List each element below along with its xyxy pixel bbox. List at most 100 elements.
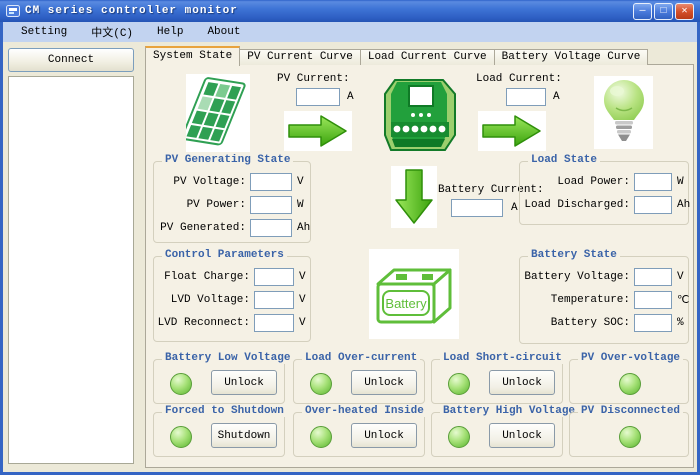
tab-bar: System State PV Current Curve Load Curre… <box>145 47 648 65</box>
led-indicator <box>619 373 641 395</box>
pv-generated-input[interactable] <box>250 219 292 237</box>
status-title: PV Over-voltage <box>578 352 683 364</box>
battery-voltage-unit: V <box>677 271 684 283</box>
battery-current-unit: A <box>511 202 518 214</box>
arrow-right-icon <box>284 111 352 151</box>
connect-button[interactable]: Connect <box>8 48 134 72</box>
float-charge-input[interactable] <box>254 268 294 286</box>
tab-battery-voltage-curve[interactable]: Battery Voltage Curve <box>495 49 649 65</box>
battery-soc-unit: % <box>677 317 684 329</box>
unlock-button[interactable]: Unlock <box>489 370 555 395</box>
arrow-right-icon <box>478 111 546 151</box>
pv-power-input[interactable] <box>250 196 292 214</box>
status-tile-load-short-circuit: Load Short-circuit Unlock <box>431 359 563 404</box>
load-power-label: Load Power: <box>520 176 630 188</box>
led-indicator <box>170 373 192 395</box>
float-charge-unit: V <box>299 271 306 283</box>
temperature-label: Temperature: <box>520 294 630 306</box>
status-tile-battery-high-voltage: Battery High Voltage Unlock <box>431 412 563 457</box>
system-state-panel: PV Current: A <box>145 64 694 468</box>
app-icon <box>6 4 20 18</box>
load-current-label: Load Current: <box>476 73 562 85</box>
tab-system-state[interactable]: System State <box>145 46 240 66</box>
device-list[interactable] <box>8 76 134 464</box>
led-indicator <box>170 426 192 448</box>
pv-power-label: PV Power: <box>154 199 246 211</box>
lvd-reconnect-unit: V <box>299 317 306 329</box>
group-load-state: Load State Load Power:W Load Discharged:… <box>519 161 689 225</box>
controller-icon <box>381 77 461 153</box>
led-indicator <box>310 373 332 395</box>
status-tile-pv-disconnected: PV Disconnected <box>569 412 689 457</box>
group-title: Control Parameters <box>162 249 287 261</box>
pv-voltage-input[interactable] <box>250 173 292 191</box>
lvd-voltage-label: LVD Voltage: <box>154 294 250 306</box>
float-charge-label: Float Charge: <box>154 271 250 283</box>
battery-voltage-input[interactable] <box>634 268 672 286</box>
led-indicator <box>619 426 641 448</box>
pv-generated-label: PV Generated: <box>154 222 246 234</box>
group-title: PV Generating State <box>162 154 293 166</box>
tab-load-current-curve[interactable]: Load Current Curve <box>361 49 495 65</box>
solar-panel-icon <box>186 74 250 152</box>
status-tile-load-over-current: Load Over-current Unlock <box>293 359 425 404</box>
status-title: Load Over-current <box>302 352 420 364</box>
battery-icon: Battery <box>369 249 459 339</box>
arrow-down-icon <box>391 166 437 228</box>
load-discharged-label: Load Discharged: <box>520 199 630 211</box>
status-title: Battery Low Voltage <box>162 352 293 364</box>
temperature-unit: ℃ <box>677 293 689 307</box>
window-title: CM series controller monitor <box>25 5 633 17</box>
minimize-icon[interactable]: — <box>633 3 652 20</box>
battery-current-input[interactable] <box>451 199 503 217</box>
unlock-button[interactable]: Unlock <box>351 370 417 395</box>
menu-setting[interactable]: Setting <box>11 24 77 40</box>
title-bar[interactable]: CM series controller monitor — □ ✕ <box>0 0 700 22</box>
battery-voltage-label: Battery Voltage: <box>520 271 630 283</box>
pv-current-input[interactable] <box>296 88 340 106</box>
group-control-parameters: Control Parameters Float Charge:V LVD Vo… <box>153 256 311 342</box>
pv-current-unit: A <box>347 91 354 103</box>
load-discharged-unit: Ah <box>677 199 690 211</box>
app-body: Connect System State PV Current Curve Lo… <box>3 42 697 472</box>
battery-soc-label: Battery SOC: <box>520 317 630 329</box>
battery-soc-input[interactable] <box>634 314 672 332</box>
menu-bar: Setting 中文(C) Help About <box>3 22 697 42</box>
group-title: Battery State <box>528 249 620 261</box>
status-tile-pv-over-voltage: PV Over-voltage <box>569 359 689 404</box>
group-pv-generating-state: PV Generating State PV Voltage:V PV Powe… <box>153 161 311 243</box>
load-current-unit: A <box>553 91 560 103</box>
lvd-reconnect-label: LVD Reconnect: <box>154 317 250 329</box>
shutdown-button[interactable]: Shutdown <box>211 423 277 448</box>
unlock-button[interactable]: Unlock <box>351 423 417 448</box>
pv-voltage-unit: V <box>297 176 304 188</box>
maximize-icon[interactable]: □ <box>654 3 673 20</box>
pv-generated-unit: Ah <box>297 222 310 234</box>
menu-about[interactable]: About <box>197 24 250 40</box>
unlock-button[interactable]: Unlock <box>211 370 277 395</box>
group-battery-state: Battery State Battery Voltage:V Temperat… <box>519 256 689 344</box>
unlock-button[interactable]: Unlock <box>489 423 555 448</box>
pv-power-unit: W <box>297 199 304 211</box>
lvd-voltage-input[interactable] <box>254 291 294 309</box>
menu-language[interactable]: 中文(C) <box>81 22 143 42</box>
app-window: CM series controller monitor — □ ✕ Setti… <box>0 0 700 475</box>
close-icon[interactable]: ✕ <box>675 3 694 20</box>
status-title: PV Disconnected <box>578 405 683 417</box>
status-tile-over-heated-inside: Over-heated Inside Unlock <box>293 412 425 457</box>
load-current-input[interactable] <box>506 88 546 106</box>
temperature-input[interactable] <box>634 291 672 309</box>
load-discharged-input[interactable] <box>634 196 672 214</box>
load-power-unit: W <box>677 176 684 188</box>
tab-pv-current-curve[interactable]: PV Current Curve <box>240 49 361 65</box>
status-tile-forced-to-shutdown: Forced to Shutdown Shutdown <box>153 412 285 457</box>
status-title: Battery High Voltage <box>440 405 578 417</box>
lvd-voltage-unit: V <box>299 294 306 306</box>
lvd-reconnect-input[interactable] <box>254 314 294 332</box>
load-power-input[interactable] <box>634 173 672 191</box>
menu-help[interactable]: Help <box>147 24 193 40</box>
status-tile-battery-low-voltage: Battery Low Voltage Unlock <box>153 359 285 404</box>
battery-icon-label: Battery <box>385 296 427 311</box>
status-title: Forced to Shutdown <box>162 405 287 417</box>
light-bulb-icon <box>594 76 653 149</box>
